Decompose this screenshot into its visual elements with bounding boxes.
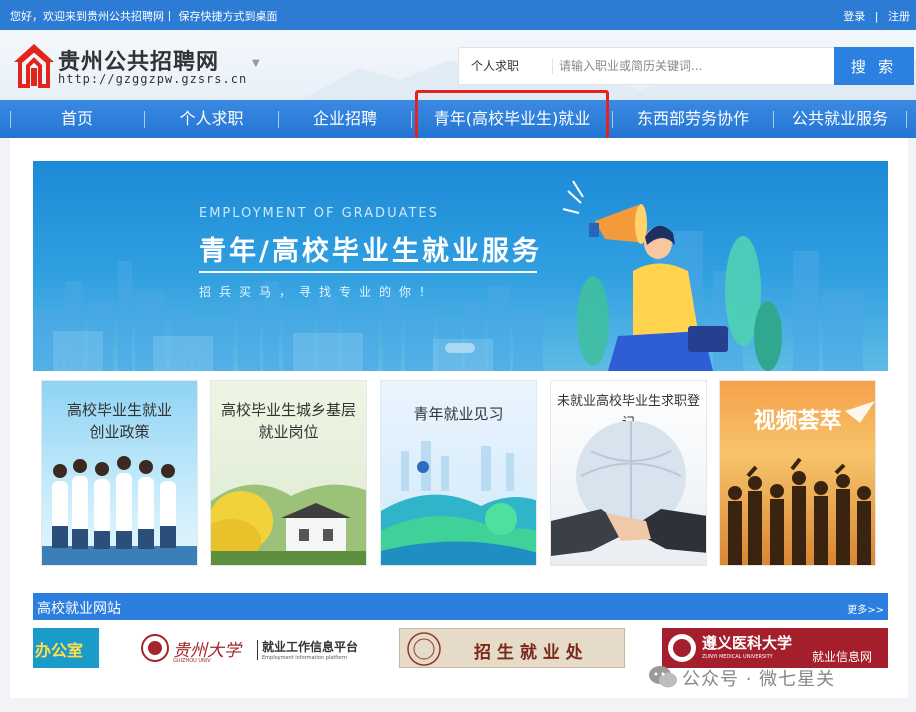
university-seal-icon [407, 632, 441, 666]
main-nav: 首页 个人求职 企业招聘 青年(高校毕业生)就业 东西部劳务协作 公共就业服务 [0, 90, 916, 145]
card-unemployed-registration[interactable]: 未就业高校毕业生求职登记 [550, 380, 707, 566]
card-grassroots-jobs[interactable]: 高校毕业生城乡基层 就业岗位 [210, 380, 367, 566]
account-links: 登录 | 注册 [843, 8, 910, 24]
nav-item-job-seeking[interactable]: 个人求职 [145, 100, 278, 138]
highlight-box [415, 90, 609, 145]
section-title: 高校就业网站 [37, 601, 121, 617]
banner-underline [199, 271, 537, 273]
university-sites-header: 高校就业网站 更多>> [33, 593, 888, 620]
university-link-admissions-office[interactable]: 招 生 就 业 处 [399, 628, 625, 668]
nav-item-home[interactable]: 首页 [10, 100, 144, 138]
graduates-photo [42, 456, 197, 565]
account-separator: | [874, 10, 879, 23]
top-bar: 您好，欢迎来到贵州公共招聘网丨 保存快捷方式到桌面 登录 | 注册 [0, 0, 916, 30]
watermark-text: 公众号 · 微七星关 [682, 669, 836, 690]
carousel-indicator[interactable] [445, 343, 475, 353]
search-button[interactable]: 搜 索 [834, 47, 914, 85]
card-video-highlights[interactable]: 视频荟萃 [719, 380, 876, 566]
nav-item-recruitment[interactable]: 企业招聘 [279, 100, 411, 138]
search-box: 个人求职 搜 索 [458, 47, 914, 85]
site-url: http://gzggzpw.gzsrs.cn [58, 72, 248, 86]
login-link[interactable]: 登录 [843, 10, 865, 23]
card-youth-internship[interactable]: 青年就业见习 [380, 380, 537, 566]
nav-item-public-service[interactable]: 公共就业服务 [774, 100, 906, 138]
banner-eyebrow: EMPLOYMENT OF GRADUATES [199, 206, 439, 221]
village-illustration [211, 484, 366, 565]
guizhou-university-seal-icon [141, 634, 169, 662]
banner-title: 青年/高校毕业生就业服务 [199, 236, 542, 267]
megaphone-illustration [562, 180, 647, 244]
graduation-silhouette-photo [728, 401, 875, 565]
service-cards: 高校毕业生就业 创业政策 高校毕业生城乡基层 就业岗位 青年就业见习 未就业高校… [41, 380, 881, 566]
hero-banner[interactable]: EMPLOYMENT OF GRADUATES 青年/高校毕业生就业服务 招兵买… [33, 161, 888, 371]
wechat-icon [649, 666, 677, 688]
nav-divider [906, 111, 907, 128]
welcome-text: 您好，欢迎来到贵州公共招聘网丨 保存快捷方式到桌面 [10, 10, 278, 23]
register-link[interactable]: 注册 [888, 10, 910, 23]
university-link-guizhou-university[interactable]: 贵州大学 GUIZHOU UNIV 就业工作信息平台 Employment in… [141, 628, 363, 668]
nav-item-labor-cooperation[interactable]: 东西部劳务协作 [613, 100, 773, 138]
landscape-illustration [381, 441, 536, 565]
site-logo[interactable] [10, 42, 58, 88]
zunyi-medical-seal-icon [668, 634, 696, 662]
university-link-office[interactable]: 办公室 [33, 628, 99, 668]
caret-down-icon[interactable]: ▼ [252, 58, 260, 69]
search-input[interactable] [559, 48, 829, 84]
card-employment-policy[interactable]: 高校毕业生就业 创业政策 [41, 380, 198, 566]
more-link[interactable]: 更多>> [847, 601, 884, 616]
handshake-illustration [551, 421, 706, 556]
banner-subtitle: 招兵买马，寻找专业的你！ [199, 285, 440, 299]
wechat-watermark: 公众号 · 微七星关 [648, 662, 898, 692]
person-illustration [608, 225, 728, 371]
search-category-select[interactable]: 个人求职 [459, 48, 553, 84]
